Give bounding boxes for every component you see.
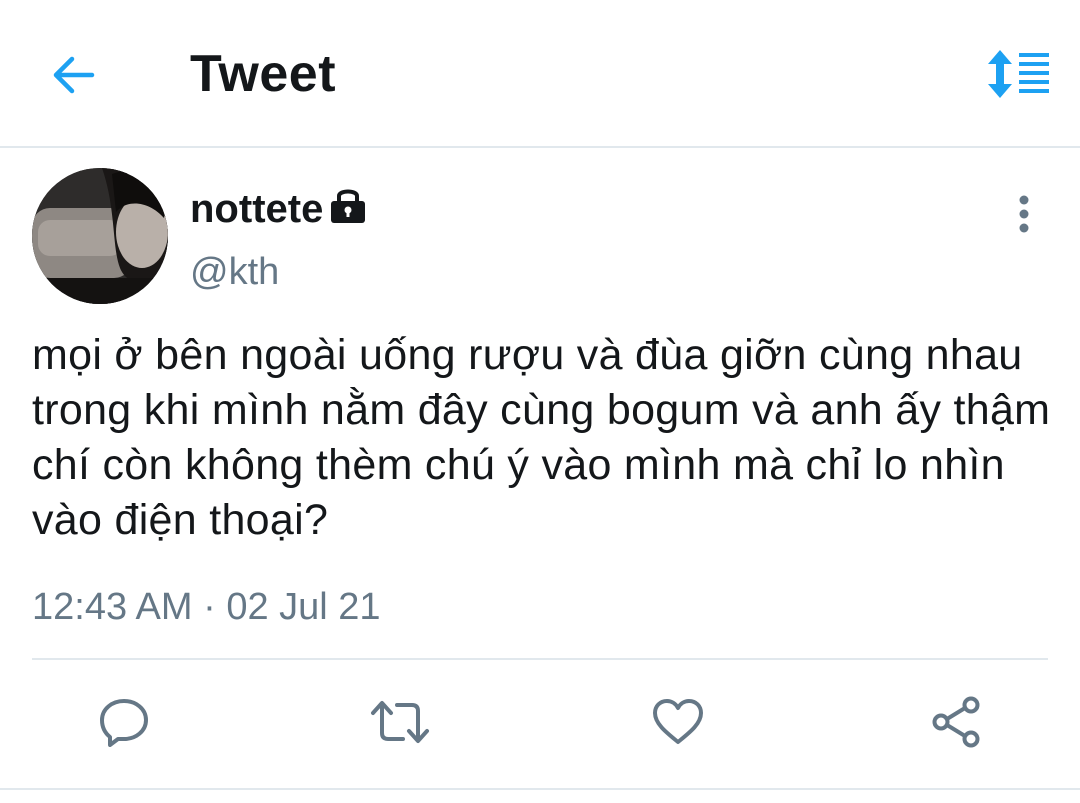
avatar[interactable] [32, 168, 168, 304]
reply-icon [100, 699, 148, 747]
sort-toggle-button[interactable] [982, 44, 1054, 104]
page-title: Tweet [190, 45, 337, 103]
divider [32, 658, 1048, 660]
display-name[interactable]: nottete [190, 186, 323, 232]
like-button[interactable] [646, 690, 710, 754]
more-vertical-icon [1019, 195, 1029, 233]
heart-icon [653, 699, 703, 744]
more-options-button[interactable] [1006, 192, 1042, 236]
share-button[interactable] [924, 690, 988, 754]
retweet-button[interactable] [368, 690, 432, 754]
back-arrow-icon [53, 56, 95, 94]
bottom-divider [0, 788, 1080, 790]
tweet-text: mọi ở bên ngoài uống rượu và đùa giỡn cù… [32, 331, 1051, 544]
user-handle[interactable]: @kth [190, 250, 279, 294]
tweet-timestamp[interactable]: 12:43 AM · 02 Jul 21 [32, 584, 381, 630]
sort-toggle-icon [988, 50, 1049, 98]
lock-icon [328, 184, 368, 224]
share-icon [932, 696, 980, 748]
reply-button[interactable] [92, 690, 156, 754]
retweet-icon [371, 701, 429, 743]
back-button[interactable] [46, 48, 100, 102]
app-header: Tweet [0, 0, 1080, 148]
avatar-photo [32, 168, 168, 304]
